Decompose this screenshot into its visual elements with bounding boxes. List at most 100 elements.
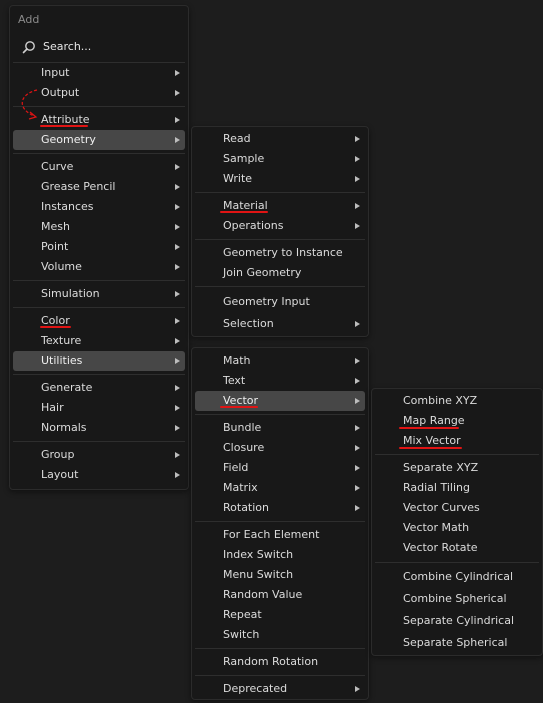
separator bbox=[13, 374, 185, 375]
menu-item-math[interactable]: Math bbox=[195, 351, 365, 371]
menu-item-attribute[interactable]: Attribute bbox=[13, 110, 185, 130]
menu-item-label: Geometry bbox=[41, 133, 96, 146]
separator bbox=[195, 648, 365, 649]
submenu-arrow-icon bbox=[355, 136, 360, 142]
menu-item-label: Sample bbox=[223, 152, 265, 165]
menu-item-combine-xyz[interactable]: Combine XYZ bbox=[375, 391, 539, 411]
menu-item-menu-switch[interactable]: Menu Switch bbox=[195, 565, 365, 585]
menu-item-label: Repeat bbox=[223, 608, 262, 621]
menu-item-vector-math[interactable]: Vector Math bbox=[375, 518, 539, 538]
menu-item-label: Group bbox=[41, 448, 75, 461]
menu-item-label: Utilities bbox=[41, 354, 83, 367]
menu-item-combine-spherical[interactable]: Combine Spherical bbox=[375, 589, 539, 609]
menu-item-selection[interactable]: Selection bbox=[195, 314, 365, 334]
menu-item-group[interactable]: Group bbox=[13, 445, 185, 465]
menu-item-write[interactable]: Write bbox=[195, 169, 365, 189]
annotation-underline-mix-vector bbox=[399, 447, 462, 449]
menu-item-random-value[interactable]: Random Value bbox=[195, 585, 365, 605]
menu-item-random-rotation[interactable]: Random Rotation bbox=[195, 652, 365, 672]
separator bbox=[13, 441, 185, 442]
menu-item-utilities[interactable]: Utilities bbox=[13, 351, 185, 371]
menu-item-input[interactable]: Input bbox=[13, 63, 185, 83]
menu-item-geometry-to-instance[interactable]: Geometry to Instance bbox=[195, 243, 365, 263]
submenu-arrow-icon bbox=[355, 176, 360, 182]
menu-item-rotation[interactable]: Rotation bbox=[195, 498, 365, 518]
menu-item-separate-xyz[interactable]: Separate XYZ bbox=[375, 458, 539, 478]
menu-item-radial-tiling[interactable]: Radial Tiling bbox=[375, 478, 539, 498]
menu-item-operations[interactable]: Operations bbox=[195, 216, 365, 236]
menu-item-vector-curves[interactable]: Vector Curves bbox=[375, 498, 539, 518]
menu-item-closure[interactable]: Closure bbox=[195, 438, 365, 458]
menu-item-label: Rotation bbox=[223, 501, 270, 514]
menu-item-bundle[interactable]: Bundle bbox=[195, 418, 365, 438]
menu-item-join-geometry[interactable]: Join Geometry bbox=[195, 263, 365, 283]
menu-item-vector-rotate[interactable]: Vector Rotate bbox=[375, 538, 539, 558]
menu-item-hair[interactable]: Hair bbox=[13, 398, 185, 418]
separator bbox=[195, 414, 365, 415]
menu-item-label: Normals bbox=[41, 421, 87, 434]
menu-item-deprecated[interactable]: Deprecated bbox=[195, 679, 365, 699]
menu-item-label: Separate Cylindrical bbox=[403, 614, 514, 627]
menu-item-volume[interactable]: Volume bbox=[13, 257, 185, 277]
separator bbox=[13, 280, 185, 281]
menu-item-texture[interactable]: Texture bbox=[13, 331, 185, 351]
menu-item-index-switch[interactable]: Index Switch bbox=[195, 545, 365, 565]
menu-item-label: Separate XYZ bbox=[403, 461, 479, 474]
menu-item-label: Text bbox=[223, 374, 246, 387]
menu-item-geometry[interactable]: Geometry bbox=[13, 130, 185, 150]
submenu-arrow-icon bbox=[355, 321, 360, 327]
annotation-underline-vector bbox=[220, 406, 258, 408]
menu-item-label: Join Geometry bbox=[223, 266, 302, 279]
submenu-arrow-icon bbox=[355, 485, 360, 491]
separator bbox=[195, 239, 365, 240]
menu-item-label: Color bbox=[41, 314, 70, 327]
menu-item-label: For Each Element bbox=[223, 528, 320, 541]
menu-item-matrix[interactable]: Matrix bbox=[195, 478, 365, 498]
menu-item-normals[interactable]: Normals bbox=[13, 418, 185, 438]
menu-item-color[interactable]: Color bbox=[13, 311, 185, 331]
menu-item-simulation[interactable]: Simulation bbox=[13, 284, 185, 304]
menu-item-label: Attribute bbox=[41, 113, 90, 126]
submenu-arrow-icon bbox=[175, 405, 180, 411]
menu-item-separate-spherical[interactable]: Separate Spherical bbox=[375, 633, 539, 653]
menu-item-read[interactable]: Read bbox=[195, 129, 365, 149]
menu-item-label: Menu Switch bbox=[223, 568, 294, 581]
menu-item-text[interactable]: Text bbox=[195, 371, 365, 391]
menu-item-point[interactable]: Point bbox=[13, 237, 185, 257]
menu-item-vector[interactable]: Vector bbox=[195, 391, 365, 411]
menu-item-layout[interactable]: Layout bbox=[13, 465, 185, 485]
menu-item-label: Geometry Input bbox=[223, 295, 310, 308]
menu-item-label: Matrix bbox=[223, 481, 258, 494]
menu-item-material[interactable]: Material bbox=[195, 196, 365, 216]
menu-item-combine-cylindrical[interactable]: Combine Cylindrical bbox=[375, 567, 539, 587]
menu-item-label: Random Rotation bbox=[223, 655, 319, 668]
search-field[interactable]: Search... bbox=[14, 37, 184, 57]
submenu-arrow-icon bbox=[175, 472, 180, 478]
submenu-arrow-icon bbox=[175, 117, 180, 123]
separator bbox=[13, 106, 185, 107]
menu-item-curve[interactable]: Curve bbox=[13, 157, 185, 177]
menu-item-output[interactable]: Output bbox=[13, 83, 185, 103]
submenu-arrow-icon bbox=[175, 318, 180, 324]
menu-item-grease-pencil[interactable]: Grease Pencil bbox=[13, 177, 185, 197]
menu-item-sample[interactable]: Sample bbox=[195, 149, 365, 169]
menu-item-mesh[interactable]: Mesh bbox=[13, 217, 185, 237]
menu-item-repeat[interactable]: Repeat bbox=[195, 605, 365, 625]
submenu-arrow-icon bbox=[175, 137, 180, 143]
menu-item-switch[interactable]: Switch bbox=[195, 625, 365, 645]
separator bbox=[375, 562, 539, 563]
menu-item-geometry-input[interactable]: Geometry Input bbox=[195, 292, 365, 312]
separator bbox=[13, 153, 185, 154]
menu-item-label: Operations bbox=[223, 219, 284, 232]
menu-item-label: Random Value bbox=[223, 588, 303, 601]
menu-item-label: Point bbox=[41, 240, 69, 253]
menu-item-generate[interactable]: Generate bbox=[13, 378, 185, 398]
annotation-underline-color bbox=[40, 326, 71, 328]
menu-item-instances[interactable]: Instances bbox=[13, 197, 185, 217]
submenu-arrow-icon bbox=[175, 70, 180, 76]
menu-item-separate-cylindrical[interactable]: Separate Cylindrical bbox=[375, 611, 539, 631]
menu-item-label: Grease Pencil bbox=[41, 180, 116, 193]
menu-item-field[interactable]: Field bbox=[195, 458, 365, 478]
menu-item-for-each-element[interactable]: For Each Element bbox=[195, 525, 365, 545]
menu-item-label: Separate Spherical bbox=[403, 636, 508, 649]
